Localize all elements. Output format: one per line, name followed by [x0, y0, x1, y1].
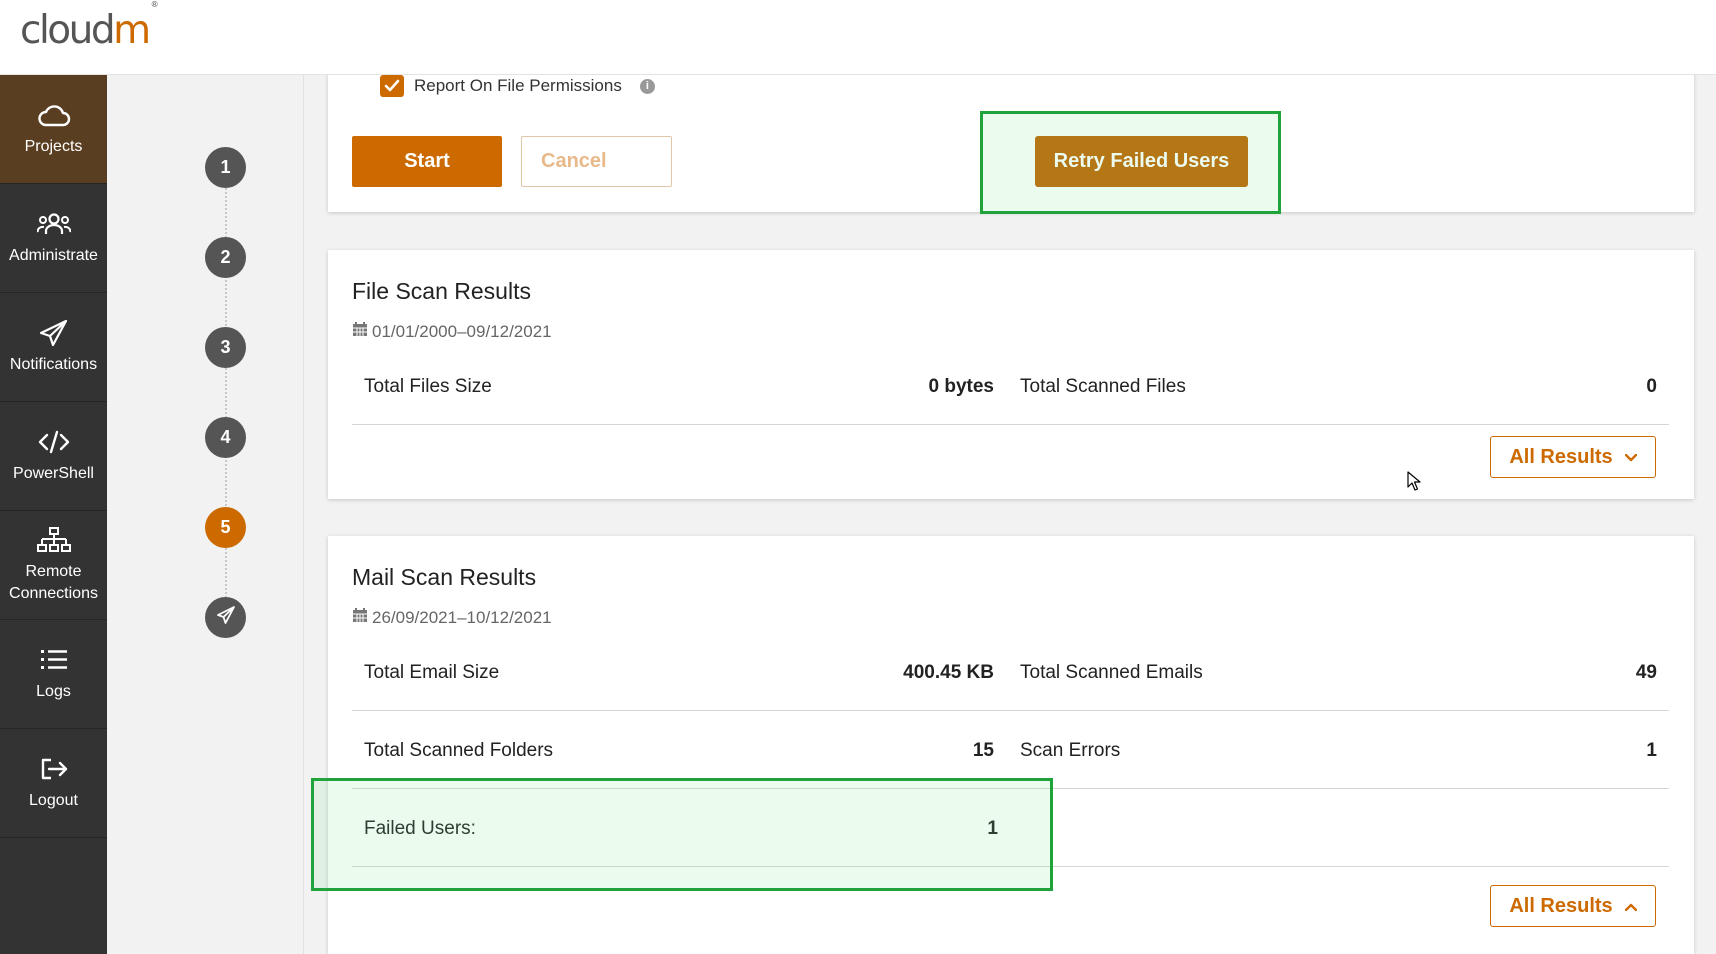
sidebar-item-label: Logout: [29, 792, 78, 809]
step-5[interactable]: 5: [205, 507, 246, 548]
list-icon: [37, 645, 71, 675]
sidebar-item-label: PowerShell: [13, 465, 94, 482]
sidebar-item-label: Projects: [24, 138, 83, 155]
sidebar-item-remote-connections[interactable]: Remote Connections: [0, 511, 107, 620]
sidebar-item-logout[interactable]: Logout: [0, 729, 107, 838]
mouse-cursor-icon: [1407, 471, 1421, 491]
calendar-icon: [352, 607, 368, 628]
mail-all-results-dropdown[interactable]: All Results: [1490, 885, 1656, 927]
total-scanned-emails-value: 49: [1635, 661, 1657, 683]
users-icon: [36, 209, 71, 239]
sidebar-item-label: Logs: [36, 683, 71, 700]
mail-scan-title: Mail Scan Results: [352, 564, 537, 590]
logo-text: cloud: [20, 8, 116, 53]
all-results-label: All Results: [1509, 894, 1613, 917]
retry-button-highlight: [980, 111, 1281, 214]
scan-errors-value: 1: [1646, 739, 1657, 761]
cloudm-logo[interactable]: cloudm®: [20, 0, 159, 53]
sidebar-item-powershell[interactable]: PowerShell: [0, 402, 107, 511]
report-permissions-checkbox[interactable]: [380, 75, 404, 97]
total-email-size-value: 400.45 KB: [903, 661, 994, 683]
total-files-size-label: Total Files Size: [364, 375, 492, 397]
stepper-connector: [225, 168, 227, 618]
logo-registered-mark: ®: [150, 0, 159, 9]
table-row: Total Files Size 0 bytes Total Scanned F…: [352, 348, 1669, 425]
total-scanned-files-label: Total Scanned Files: [1020, 375, 1186, 397]
chevron-down-icon: [1624, 449, 1637, 465]
file-scan-date-range: 01/01/2000–09/12/2021: [352, 321, 552, 342]
date-range-text: 26/09/2021–10/12/2021: [372, 607, 552, 627]
date-range-text: 01/01/2000–09/12/2021: [372, 321, 552, 341]
sidebar-item-label: Notifications: [9, 356, 98, 373]
info-icon[interactable]: i: [639, 78, 655, 94]
sidebar-item-notifications[interactable]: Notifications: [0, 293, 107, 402]
file-all-results-dropdown[interactable]: All Results: [1490, 436, 1656, 478]
logo-accent: m: [113, 8, 151, 53]
sidebar-item-administrate[interactable]: Administrate: [0, 184, 107, 293]
sitemap-icon: [36, 525, 71, 555]
step-3[interactable]: 3: [205, 327, 246, 368]
sidebar-item-label: Remote Connections: [9, 563, 98, 602]
sidebar-item-logs[interactable]: Logs: [0, 620, 107, 729]
main-content: Report On File Permissions i Start Cance…: [304, 75, 1716, 954]
paper-plane-icon: [37, 318, 71, 348]
start-button[interactable]: Start: [352, 136, 502, 187]
step-send[interactable]: [205, 597, 246, 638]
failed-users-highlight: [311, 778, 1053, 891]
cancel-button[interactable]: Cancel: [521, 136, 672, 187]
all-results-label: All Results: [1509, 445, 1613, 468]
row-divider: [1010, 790, 1669, 867]
cloud-icon: [37, 100, 71, 130]
file-scan-title: File Scan Results: [352, 278, 531, 304]
step-4[interactable]: 4: [205, 417, 246, 458]
step-1[interactable]: 1: [205, 147, 246, 188]
total-scanned-emails-label: Total Scanned Emails: [1020, 661, 1203, 683]
mail-scan-date-range: 26/09/2021–10/12/2021: [352, 607, 552, 628]
report-permissions-option: Report On File Permissions i: [380, 75, 655, 97]
total-email-size-label: Total Email Size: [364, 661, 500, 683]
mail-scan-results-card: Mail Scan Results 26/09/2021–10/12/2021 …: [328, 536, 1694, 954]
top-bar: cloudm®: [0, 0, 1716, 75]
paper-plane-icon: [216, 606, 236, 629]
calendar-icon: [352, 321, 368, 342]
wizard-stepper: [107, 75, 304, 954]
table-row: Total Email Size 400.45 KB Total Scanned…: [352, 634, 1669, 711]
sidebar-item-label: Administrate: [9, 247, 98, 264]
step-2[interactable]: 2: [205, 237, 246, 278]
file-scan-results-card: File Scan Results 01/01/2000–09/12/2021 …: [328, 250, 1694, 499]
sidebar: Projects Administrate Notifications Powe…: [0, 75, 107, 954]
chevron-up-icon: [1624, 898, 1637, 914]
total-scanned-files-value: 0: [1646, 375, 1657, 397]
report-permissions-label: Report On File Permissions: [414, 76, 622, 95]
sidebar-item-projects[interactable]: Projects: [0, 75, 107, 184]
sign-out-icon: [37, 754, 71, 784]
total-files-size-value: 0 bytes: [928, 375, 994, 397]
code-icon: [37, 427, 71, 457]
